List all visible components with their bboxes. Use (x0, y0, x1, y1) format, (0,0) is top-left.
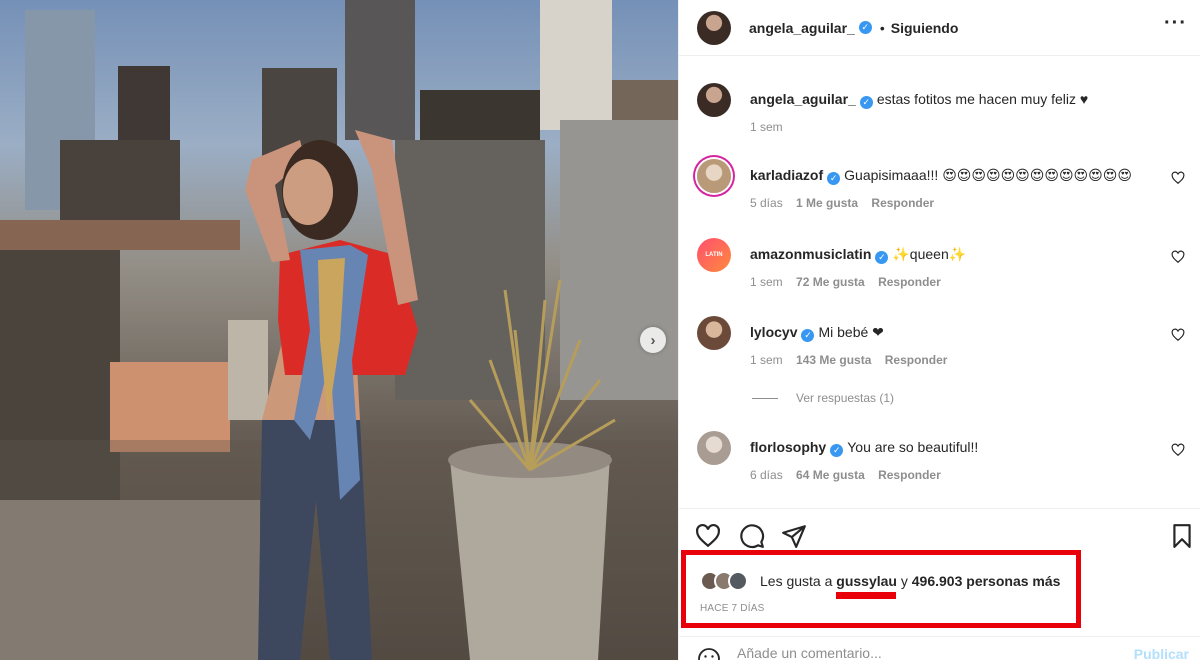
action-bar (679, 508, 1200, 553)
heart-icon[interactable] (1171, 443, 1185, 457)
reply-button[interactable]: Responder (878, 275, 941, 289)
replies-divider (752, 397, 778, 399)
comment-meta: 1 sem 72 Me gusta Responder (750, 275, 951, 289)
comment-bubble-icon[interactable] (739, 523, 765, 549)
comment-likes[interactable]: 64 Me gusta (796, 468, 865, 482)
separator-dot: • (879, 19, 885, 36)
likes-count[interactable]: 496.903 personas más (912, 573, 1061, 589)
verified-badge-icon: ✓ (859, 96, 873, 109)
following-button[interactable]: Siguiendo (891, 20, 959, 36)
comment-username[interactable]: amazonmusiclatin (750, 246, 871, 262)
comment-meta: 5 días 1 Me gusta Responder (750, 196, 944, 210)
light-overlay (0, 0, 678, 660)
likes-conjunction: y (900, 573, 908, 589)
comments-list: angela_aguilar_ ✓ estas fotitos me hacen m… (679, 57, 1200, 507)
likes-text: Les gusta a gussylau y 496.903 personas … (760, 573, 1060, 589)
comment-body: karladiazof ✓ Guapisimaaa!!! 😍😍😍😍😍😍😍😍😍😍😍😍😍 (750, 166, 1170, 185)
verified-badge-icon: ✓ (801, 329, 815, 342)
avatar[interactable] (697, 83, 731, 117)
avatar[interactable] (697, 10, 731, 45)
reply-button[interactable]: Responder (885, 353, 948, 367)
comment-body: florlosophy ✓ You are so beautiful!! (750, 438, 1170, 457)
comment-likes[interactable]: 72 Me gusta (796, 275, 865, 289)
reply-button[interactable]: Responder (878, 468, 941, 482)
comment-time[interactable]: 1 sem (750, 353, 783, 367)
more-options-icon[interactable]: ··· (1164, 12, 1187, 35)
comment-input[interactable] (737, 645, 1097, 660)
comment-meta: 1 sem 143 Me gusta Responder (750, 353, 957, 367)
verified-badge-icon: ✓ (875, 251, 889, 264)
publish-button[interactable]: Publicar (1134, 646, 1189, 660)
avatar[interactable]: LATIN (697, 238, 731, 272)
paper-plane-icon[interactable] (781, 523, 807, 549)
comment-likes[interactable]: 1 Me gusta (796, 196, 858, 210)
liker-username[interactable]: gussylau (836, 573, 897, 589)
avatar[interactable] (697, 159, 731, 193)
post-photo: › (0, 0, 678, 660)
post-side-panel: angela_aguilar_ ✓ • Siguiendo ··· angela… (678, 0, 1200, 660)
heart-icon[interactable] (1171, 328, 1185, 342)
photo-scene (0, 0, 678, 660)
post-header: angela_aguilar_ ✓ • Siguiendo ··· (679, 0, 1200, 56)
highlight-underline (836, 592, 896, 599)
reply-button[interactable]: Responder (871, 196, 934, 210)
verified-badge-icon: ✓ (830, 444, 844, 457)
avatar[interactable] (728, 571, 748, 591)
comment-text: Guapisimaaa!!! 😍😍😍😍😍😍😍😍😍😍😍😍😍 (844, 167, 1132, 183)
comment-username[interactable]: lylocyv (750, 324, 797, 340)
smiley-icon[interactable] (697, 647, 721, 660)
view-replies-link[interactable]: Ver respuestas (1) (752, 391, 894, 405)
post-time-ago[interactable]: HACE 7 DÍAS (700, 603, 764, 614)
comment-text: You are so beautiful!! (847, 439, 979, 455)
comment-text: ✨queen✨ (892, 246, 967, 262)
comment-time[interactable]: 1 sem (750, 275, 783, 289)
comment-likes[interactable]: 143 Me gusta (796, 353, 871, 367)
heart-icon[interactable] (1171, 171, 1185, 185)
comment-text: Mi bebé ❤ (818, 324, 884, 340)
heart-icon[interactable] (1171, 250, 1185, 264)
comment-time[interactable]: 6 días (750, 468, 783, 482)
caption-body: angela_aguilar_ ✓ estas fotitos me hacen m… (750, 90, 1170, 109)
avatar[interactable] (697, 316, 731, 350)
likes-summary: Les gusta a gussylau y 496.903 personas … (681, 550, 1081, 628)
caption-time[interactable]: 1 sem (750, 120, 783, 134)
bookmark-icon[interactable] (1169, 523, 1195, 549)
view-replies-label: Ver respuestas (1) (796, 391, 895, 405)
avatar[interactable] (697, 431, 731, 465)
verified-badge-icon: ✓ (858, 21, 872, 34)
caption-username[interactable]: angela_aguilar_ (750, 91, 856, 107)
comment-username[interactable]: karladiazof (750, 167, 823, 183)
caption-text: estas fotitos me hacen muy feliz ♥ (876, 91, 1089, 107)
post-author-username[interactable]: angela_aguilar_ (749, 20, 855, 36)
heart-icon[interactable] (695, 523, 721, 549)
comment-username[interactable]: florlosophy (750, 439, 826, 455)
comment-body: lylocyv ✓ Mi bebé ❤ (750, 323, 1170, 342)
verified-badge-icon: ✓ (827, 172, 841, 185)
likes-prefix: Les gusta a (760, 573, 833, 589)
comment-meta: 6 días 64 Me gusta Responder (750, 468, 951, 482)
chevron-right-icon: › (650, 331, 656, 349)
comment-body: amazonmusiclatin ✓ ✨queen✨ (750, 245, 1170, 264)
carousel-next-button[interactable]: › (640, 327, 666, 353)
liker-avatars (700, 571, 756, 591)
comment-time[interactable]: 5 días (750, 196, 783, 210)
add-comment-bar: Publicar (679, 636, 1200, 660)
caption-meta: 1 sem (750, 120, 793, 134)
